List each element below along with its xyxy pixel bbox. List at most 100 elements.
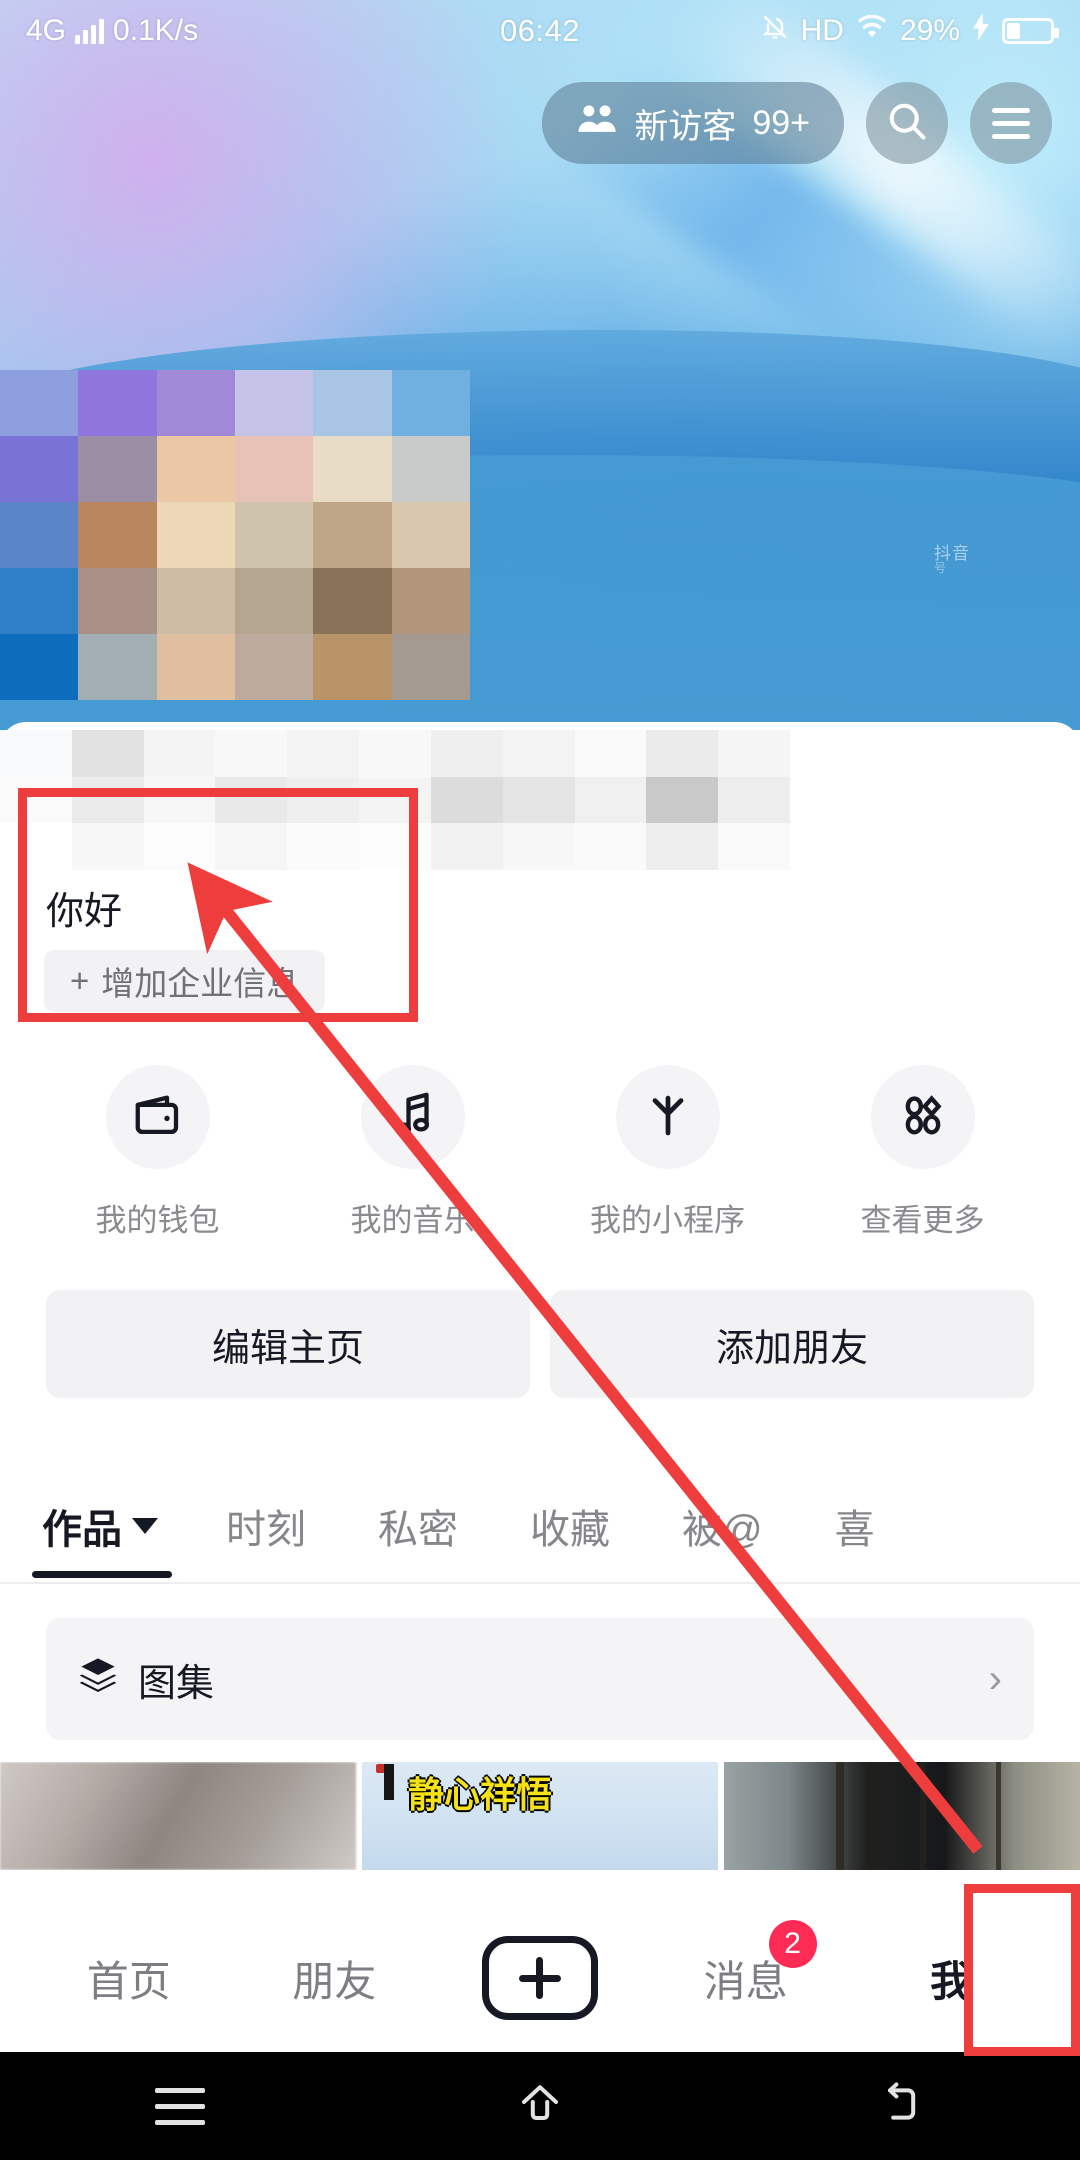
mosaic-tile: [313, 436, 392, 502]
mosaic-tile: [287, 823, 360, 870]
chevron-down-icon: [132, 1518, 158, 1534]
tab-private[interactable]: 私密: [378, 1462, 458, 1590]
android-back-button[interactable]: [840, 2052, 960, 2160]
mosaic-tile: [646, 776, 719, 824]
mosaic-tile: [78, 370, 157, 436]
mosaic-tile: [430, 823, 503, 870]
mosaic-tile: [718, 823, 790, 870]
tab-moments[interactable]: 时刻: [226, 1462, 306, 1590]
mosaic-tile: [359, 730, 431, 777]
username-mosaic-censor: [0, 730, 790, 870]
mosaic-tile: [574, 823, 647, 870]
mosaic-tile: [718, 730, 790, 777]
tab-mentions[interactable]: 被@: [682, 1462, 763, 1590]
mosaic-tile: [156, 436, 235, 502]
add-friend-button[interactable]: 添加朋友: [550, 1290, 1034, 1398]
banner-watermark: 抖音 号: [934, 544, 970, 575]
back-icon: [876, 2080, 924, 2133]
hd-label: HD: [800, 14, 844, 47]
quick-action-label: 查看更多: [860, 1203, 985, 1238]
music-note-icon: [386, 1088, 440, 1147]
layers-icon: [78, 1654, 118, 1704]
video-caption: 静心祥悟: [408, 1774, 553, 1815]
mosaic-tile: [78, 568, 157, 634]
avatar-mosaic-censor: [0, 370, 470, 700]
mosaic-tile: [235, 634, 314, 700]
album-row-left: 图集: [78, 1652, 214, 1707]
mosaic-tile: [215, 823, 288, 870]
home-icon: [516, 2080, 564, 2133]
mosaic-tile: [143, 823, 216, 870]
recents-icon: [155, 2087, 205, 2125]
mosaic-tile: [235, 568, 314, 634]
search-button[interactable]: [866, 82, 948, 164]
mosaic-tile: [0, 730, 72, 777]
mosaic-tile: [313, 568, 392, 634]
quick-action-wallet[interactable]: 我的钱包: [58, 1065, 258, 1240]
quick-action-label: 我的音乐: [350, 1203, 475, 1238]
mosaic-tile: [287, 730, 360, 777]
search-icon: [885, 99, 929, 148]
mosaic-tile: [78, 502, 157, 568]
tab-label: 作品: [42, 1508, 122, 1552]
bottom-navigation: 首页 朋友 消息 2 我: [0, 1904, 1080, 2052]
mosaic-tile: [391, 568, 470, 634]
mosaic-tile: [143, 730, 216, 777]
mosaic-tile: [78, 634, 157, 700]
wallet-icon: [131, 1088, 185, 1147]
new-visitors-button[interactable]: 新访客 99+: [542, 82, 844, 164]
content-tabs: 作品 时刻 私密 收藏 被@ 喜: [0, 1462, 1080, 1590]
mosaic-tile: [646, 730, 719, 777]
quick-action-label: 我的钱包: [95, 1203, 220, 1238]
mosaic-tile: [287, 776, 360, 824]
mosaic-tile: [430, 730, 503, 777]
quick-actions-row: 我的钱包 我的音乐 我的小程序 查看更多: [0, 1065, 1080, 1240]
messages-badge: 2: [768, 1920, 817, 1968]
battery-icon: [1002, 18, 1059, 44]
android-recents-button[interactable]: [120, 2052, 240, 2160]
mosaic-tile: [71, 776, 144, 824]
android-home-button[interactable]: [480, 2052, 600, 2160]
mosaic-tile: [574, 730, 647, 777]
phone-screen: 抖音 号 4G 0.1K/s 06:42 HD 29% 新访客 99+ 你好 +…: [0, 0, 1080, 2160]
mosaic-tile: [359, 776, 431, 824]
mosaic-tile: [0, 568, 79, 634]
mosaic-tile: [215, 776, 288, 824]
tab-likes[interactable]: 喜: [835, 1462, 875, 1590]
nav-me[interactable]: 我: [876, 1904, 1026, 2052]
video-thumbnail[interactable]: 静心祥悟: [362, 1762, 718, 1870]
nav-home[interactable]: 首页: [54, 1904, 204, 2052]
video-thumbnail[interactable]: [0, 1762, 356, 1870]
wifi-icon: [856, 14, 888, 48]
mosaic-tile: [574, 776, 647, 824]
nav-create[interactable]: [465, 1904, 615, 2052]
menu-button[interactable]: [970, 82, 1052, 164]
chevron-right-icon: ›: [988, 1656, 1002, 1701]
edit-profile-button[interactable]: 编辑主页: [46, 1290, 530, 1398]
mosaic-tile: [156, 568, 235, 634]
nav-messages[interactable]: 消息 2: [671, 1904, 821, 2052]
mosaic-tile: [391, 502, 470, 568]
thumbnail-brush-stroke: [384, 1764, 394, 1800]
quick-action-music[interactable]: 我的音乐: [313, 1065, 513, 1240]
video-thumbnail[interactable]: [724, 1762, 1080, 1870]
profile-bio[interactable]: 你好: [46, 880, 122, 935]
mini-program-icon-circle: [615, 1065, 720, 1169]
nav-friends[interactable]: 朋友: [259, 1904, 409, 2052]
mosaic-tile: [215, 730, 288, 777]
active-tab-underline: [32, 1571, 172, 1578]
android-navigation-bar: [0, 2052, 1080, 2160]
mosaic-tile: [156, 370, 235, 436]
mosaic-tile: [502, 730, 575, 777]
mosaic-tile: [156, 634, 235, 700]
charging-bolt-icon: [972, 13, 990, 49]
wallet-icon-circle: [105, 1065, 210, 1169]
album-row[interactable]: 图集 ›: [46, 1618, 1034, 1740]
mosaic-tile: [391, 634, 470, 700]
add-business-info-button[interactable]: + 增加企业信息: [44, 950, 326, 1012]
mosaic-tile: [235, 436, 314, 502]
mosaic-tile: [391, 370, 470, 436]
tab-favorites[interactable]: 收藏: [530, 1462, 610, 1590]
quick-action-more[interactable]: 查看更多: [823, 1065, 1023, 1240]
quick-action-mini-program[interactable]: 我的小程序: [568, 1065, 768, 1240]
